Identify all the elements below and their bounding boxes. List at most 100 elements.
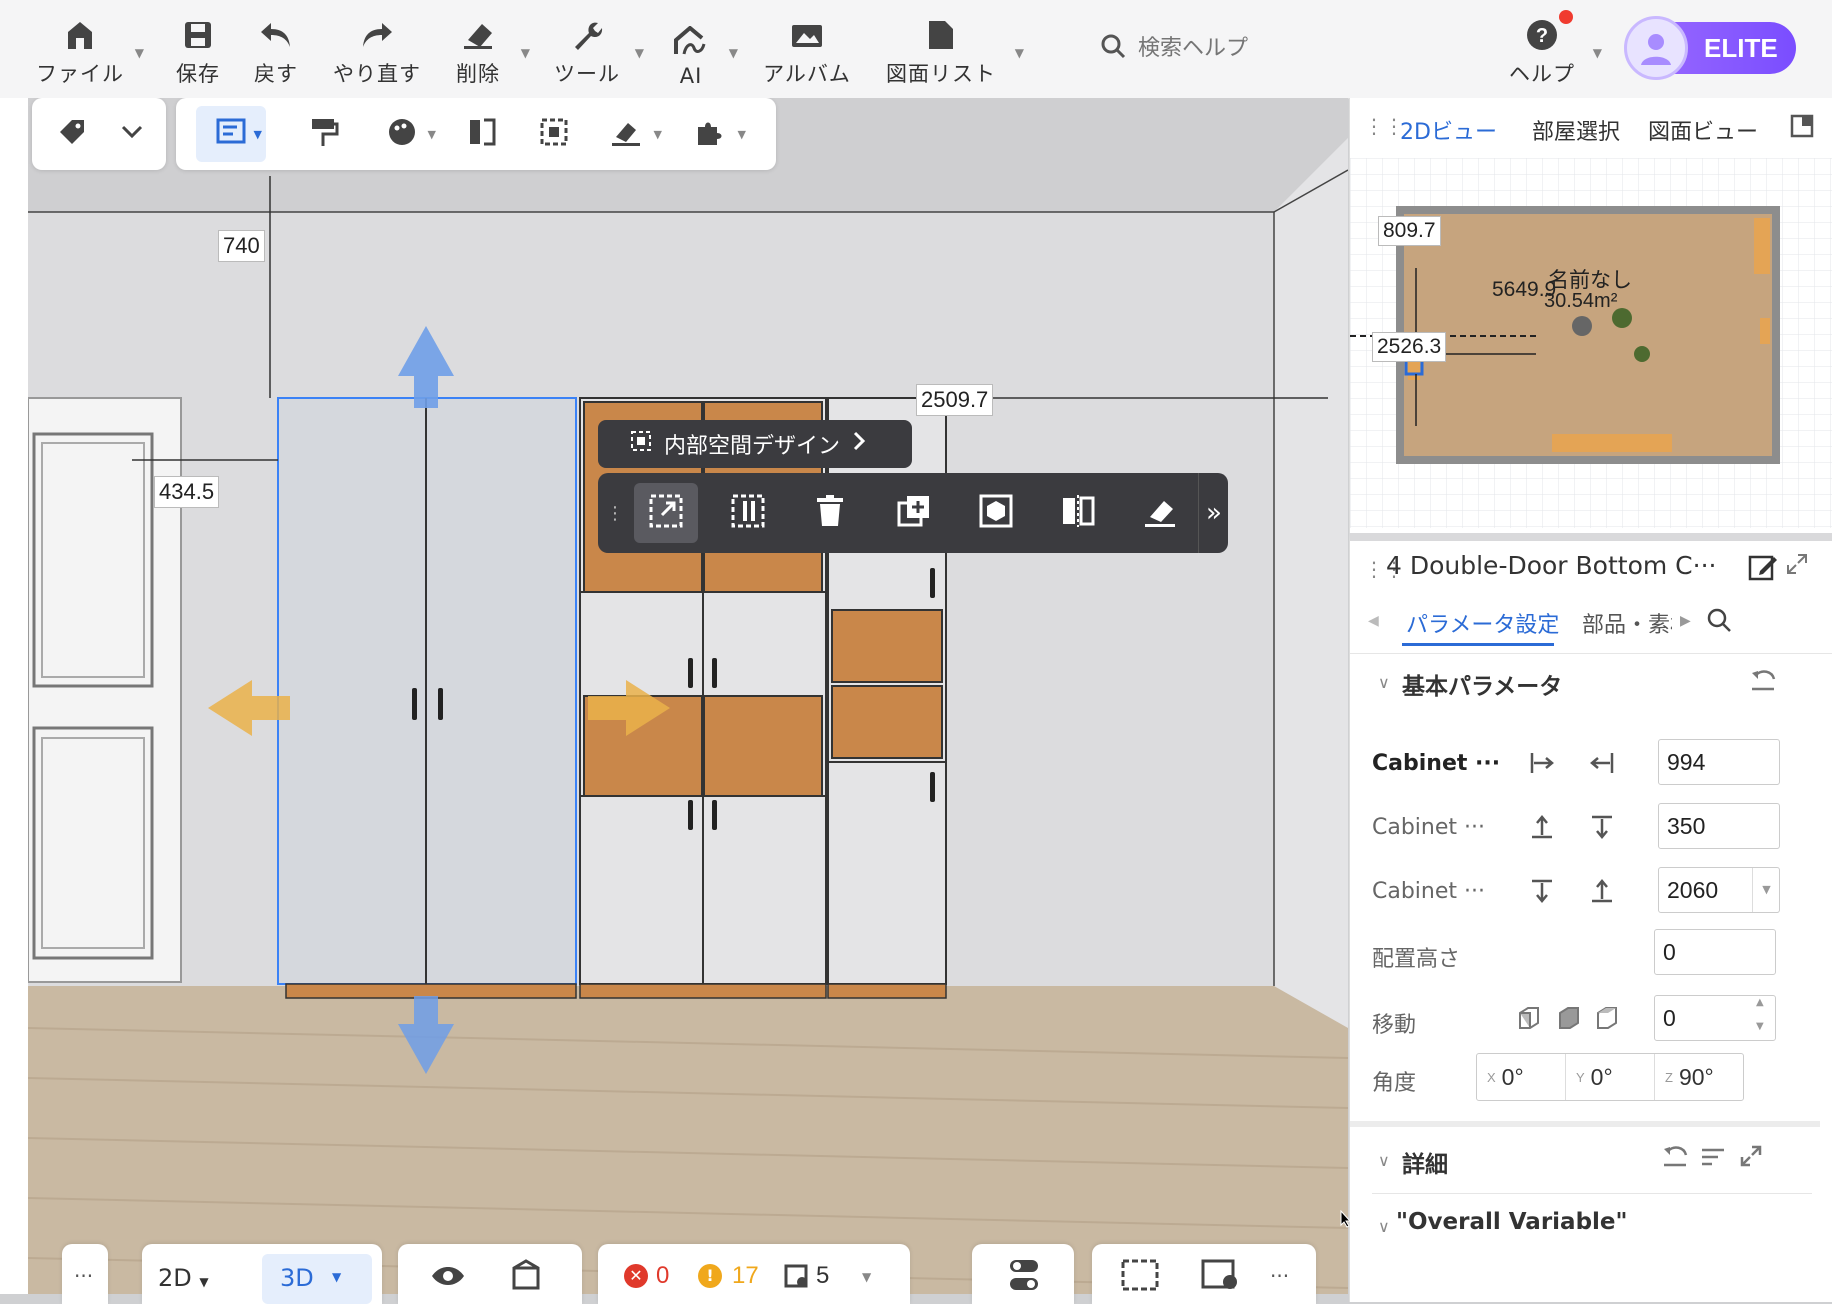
- dimension-label-left[interactable]: 434.5: [154, 476, 220, 508]
- view-2d-button[interactable]: 2D ▼: [158, 1264, 209, 1292]
- angle-z-input[interactable]: Z 90°: [1655, 1054, 1743, 1100]
- chevron-down-icon: ▼: [862, 1270, 872, 1284]
- menu-help[interactable]: ? ヘルプ ▼: [1506, 8, 1602, 88]
- align-top-icon[interactable]: [1528, 877, 1556, 905]
- menu-tools[interactable]: ツール ▼: [552, 8, 644, 88]
- group-button[interactable]: [524, 106, 584, 162]
- trash-icon: [814, 494, 846, 532]
- align-bottom-icon[interactable]: [1588, 877, 1616, 905]
- param-input-depth[interactable]: 350: [1658, 803, 1780, 849]
- tab-room-select[interactable]: 部屋選択: [1532, 114, 1620, 146]
- menu-save[interactable]: 保存: [168, 8, 228, 88]
- menu-album-label: アルバム: [763, 62, 851, 86]
- expand-icon[interactable]: [1786, 553, 1808, 579]
- duplicate-button[interactable]: [882, 483, 946, 543]
- clean-surface-button[interactable]: [1128, 483, 1192, 543]
- param-row-depth: Cabinet ··· 350: [1372, 803, 1802, 853]
- angle-y-input[interactable]: Y 0°: [1566, 1054, 1655, 1100]
- status-indicators[interactable]: ✕ 0 ! 17 5 ▼: [598, 1244, 910, 1304]
- clean-button[interactable]: ▼: [596, 106, 662, 162]
- menu-undo-label: 戻す: [254, 62, 298, 86]
- reset-icon[interactable]: [1750, 669, 1776, 697]
- param-row-height: Cabinet ··· 2060 ▼: [1372, 867, 1802, 917]
- align-bottom-icon[interactable]: [1528, 813, 1556, 841]
- chevron-down-icon[interactable]: ∨: [1378, 673, 1390, 692]
- bottom-more-left[interactable]: ···: [62, 1244, 108, 1304]
- align-top-icon[interactable]: [1588, 813, 1616, 841]
- move-front-face-icon[interactable]: [1556, 1005, 1584, 1033]
- align-right-icon[interactable]: [1588, 749, 1616, 777]
- param-row-placement-height: 配置高さ 0: [1372, 929, 1802, 979]
- chevron-down-icon[interactable]: ∨: [1378, 1151, 1390, 1170]
- tab-2d-view[interactable]: 2Dビュー: [1400, 114, 1497, 146]
- edit-icon[interactable]: [1748, 553, 1778, 587]
- tag-button[interactable]: [42, 106, 102, 162]
- align-left-icon[interactable]: [1528, 749, 1556, 777]
- tab-parts-materials[interactable]: 部品・素材: [1582, 607, 1672, 639]
- chevron-down-icon[interactable]: ∨: [1378, 1217, 1390, 1236]
- expand-icon[interactable]: [1740, 1145, 1762, 1171]
- paint-roller-button[interactable]: [294, 106, 354, 162]
- chevron-down-icon: ▼: [1014, 46, 1024, 60]
- elite-account-badge[interactable]: ELITE: [1624, 16, 1796, 80]
- drag-handle-icon[interactable]: ⋮: [606, 503, 624, 524]
- context-toolbar: ⋮ »: [598, 473, 1228, 553]
- delete-button[interactable]: [798, 483, 862, 543]
- menu-help-label: ヘルプ: [1509, 62, 1575, 86]
- menu-undo[interactable]: 戻す: [246, 8, 306, 88]
- menu-album[interactable]: アルバム: [762, 8, 852, 88]
- select-mode-button[interactable]: ▼: [196, 106, 266, 162]
- move-left-face-icon[interactable]: [1516, 1005, 1544, 1033]
- help-search-input[interactable]: [1136, 34, 1350, 62]
- render-settings-icon[interactable]: [1200, 1258, 1240, 1296]
- tab-prev-icon[interactable]: ◀: [1368, 613, 1379, 629]
- dimension-label-right[interactable]: 2509.7: [916, 384, 994, 416]
- material-button[interactable]: ▼: [372, 106, 436, 162]
- reset-icon[interactable]: [1662, 1145, 1688, 1173]
- split-button[interactable]: [716, 483, 780, 543]
- more-tools-button[interactable]: »: [1200, 483, 1228, 543]
- interior-design-button[interactable]: 内部空間デザイン: [598, 420, 912, 468]
- filter-icon[interactable]: [1700, 1145, 1726, 1173]
- double-chevron-right-icon: »: [1206, 498, 1222, 528]
- tab-parameters[interactable]: パラメータ設定: [1406, 607, 1559, 639]
- help-search[interactable]: [1100, 30, 1360, 66]
- menu-ai[interactable]: AI ▼: [666, 8, 738, 88]
- tab-drawing-view[interactable]: 図面ビュー: [1648, 114, 1758, 146]
- dimension-label-top[interactable]: 740: [218, 230, 265, 262]
- angle-x-input[interactable]: X 0°: [1477, 1054, 1566, 1100]
- tab-next-icon[interactable]: ▶: [1680, 613, 1691, 629]
- menu-delete[interactable]: 削除 ▼: [448, 8, 530, 88]
- move-top-face-icon[interactable]: [1594, 1005, 1622, 1033]
- menu-redo[interactable]: やり直す: [330, 8, 424, 88]
- plugin-button[interactable]: ▼: [680, 106, 746, 162]
- undock-icon[interactable]: [1790, 114, 1814, 142]
- notification-dot: [1559, 10, 1573, 24]
- eye-icon[interactable]: [430, 1264, 466, 1292]
- replace-button[interactable]: [452, 106, 512, 162]
- resize-button[interactable]: [634, 483, 698, 543]
- verify-model-button[interactable]: [964, 483, 1028, 543]
- param-input-placement-height[interactable]: 0: [1654, 929, 1776, 975]
- toggle-settings[interactable]: [972, 1244, 1074, 1304]
- 3d-viewport[interactable]: ▼ ▼ ▼ ▼ 740 434.5 2509.7: [28, 98, 1348, 1294]
- menu-drawing-list[interactable]: 図面リスト ▼: [886, 8, 1024, 88]
- view-3d-button[interactable]: 3D ▼: [262, 1254, 372, 1304]
- expand-toolbar-button[interactable]: [102, 106, 162, 162]
- angle-x-prefix: X: [1487, 1069, 1496, 1085]
- drag-handle-icon[interactable]: ⋮⋮: [1364, 114, 1404, 138]
- search-icon[interactable]: [1706, 607, 1732, 637]
- stepper-up-icon[interactable]: ▲: [1756, 997, 1764, 1008]
- param-input-width[interactable]: 994: [1658, 739, 1780, 785]
- divider: [1372, 1193, 1812, 1194]
- screenshot-icon[interactable]: [1120, 1258, 1160, 1296]
- more-label[interactable]: ···: [1270, 1264, 1289, 1288]
- cube-icon[interactable]: [510, 1258, 542, 1296]
- mirror-button[interactable]: [1046, 483, 1110, 543]
- dropdown-caret-icon[interactable]: ▼: [1752, 868, 1780, 912]
- param-row-move: 移動 0 ▲ ▼: [1372, 995, 1802, 1045]
- menu-file[interactable]: ファイル ▼: [30, 8, 144, 88]
- stepper-down-icon[interactable]: ▼: [1756, 1021, 1764, 1032]
- tag-toolbar: [32, 98, 166, 170]
- menu-drawing-list-label: 図面リスト: [886, 62, 996, 86]
